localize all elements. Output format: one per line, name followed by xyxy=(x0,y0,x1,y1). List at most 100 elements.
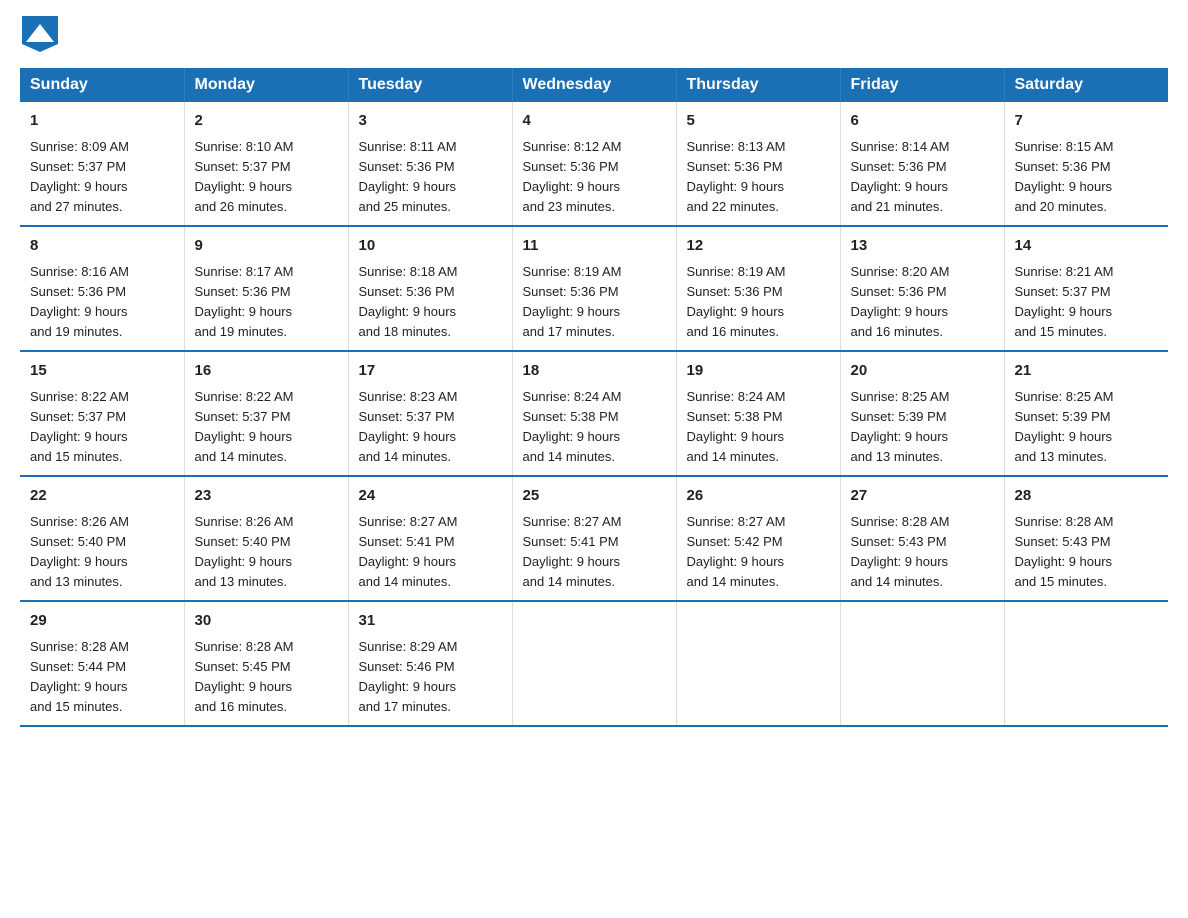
day-number: 16 xyxy=(195,360,338,383)
calendar-cell: 11 Sunrise: 8:19 AMSunset: 5:36 PMDayligh… xyxy=(512,226,676,351)
day-number: 22 xyxy=(30,485,174,508)
calendar-cell: 24Sunrise: 8:27 AMSunset: 5:41 PMDayligh… xyxy=(348,476,512,601)
day-info: Sunrise: 8:27 AMSunset: 5:41 PMDaylight:… xyxy=(359,512,502,593)
calendar-cell: 14 Sunrise: 8:21 AMSunset: 5:37 PMDayligh… xyxy=(1004,226,1168,351)
day-info: Sunrise: 8:24 AMSunset: 5:38 PMDaylight:… xyxy=(523,387,666,468)
header-saturday: Saturday xyxy=(1004,68,1168,102)
day-info: Sunrise: 8:25 AMSunset: 5:39 PMDaylight:… xyxy=(851,387,994,468)
calendar-cell: 26 Sunrise: 8:27 AMSunset: 5:42 PMDayligh… xyxy=(676,476,840,601)
calendar-cell: 29Sunrise: 8:28 AMSunset: 5:44 PMDayligh… xyxy=(20,601,184,726)
calendar-cell: 19Sunrise: 8:24 AMSunset: 5:38 PMDayligh… xyxy=(676,351,840,476)
calendar-cell xyxy=(840,601,1004,726)
day-number: 28 xyxy=(1015,485,1159,508)
day-number: 10 xyxy=(359,235,502,258)
calendar-cell: 22 Sunrise: 8:26 AMSunset: 5:40 PMDayligh… xyxy=(20,476,184,601)
calendar-week-row: 15 Sunrise: 8:22 AMSunset: 5:37 PMDayligh… xyxy=(20,351,1168,476)
calendar-cell: 2 Sunrise: 8:10 AMSunset: 5:37 PMDaylight… xyxy=(184,102,348,226)
calendar-cell: 6 Sunrise: 8:14 AMSunset: 5:36 PMDaylight… xyxy=(840,102,1004,226)
day-number: 12 xyxy=(687,235,830,258)
day-info: Sunrise: 8:26 AMSunset: 5:40 PMDaylight:… xyxy=(30,512,174,593)
day-info: Sunrise: 8:28 AMSunset: 5:43 PMDaylight:… xyxy=(851,512,994,593)
calendar-cell: 15 Sunrise: 8:22 AMSunset: 5:37 PMDayligh… xyxy=(20,351,184,476)
day-info: Sunrise: 8:11 AMSunset: 5:36 PMDaylight:… xyxy=(359,137,502,218)
day-info: Sunrise: 8:25 AMSunset: 5:39 PMDaylight:… xyxy=(1015,387,1159,468)
day-number: 15 xyxy=(30,360,174,383)
day-number: 31 xyxy=(359,610,502,633)
calendar-header-row: SundayMondayTuesdayWednesdayThursdayFrid… xyxy=(20,68,1168,102)
page-header xyxy=(20,20,1168,48)
day-number: 21 xyxy=(1015,360,1159,383)
calendar-cell: 27 Sunrise: 8:28 AMSunset: 5:43 PMDayligh… xyxy=(840,476,1004,601)
calendar-cell: 3 Sunrise: 8:11 AMSunset: 5:36 PMDaylight… xyxy=(348,102,512,226)
day-info: Sunrise: 8:15 AMSunset: 5:36 PMDaylight:… xyxy=(1015,137,1159,218)
calendar-cell: 16 Sunrise: 8:22 AMSunset: 5:37 PMDayligh… xyxy=(184,351,348,476)
day-info: Sunrise: 8:20 AMSunset: 5:36 PMDaylight:… xyxy=(851,262,994,343)
header-tuesday: Tuesday xyxy=(348,68,512,102)
day-info: Sunrise: 8:09 AMSunset: 5:37 PMDaylight:… xyxy=(30,137,174,218)
day-number: 13 xyxy=(851,235,994,258)
day-info: Sunrise: 8:28 AMSunset: 5:43 PMDaylight:… xyxy=(1015,512,1159,593)
day-number: 8 xyxy=(30,235,174,258)
calendar-cell: 17 Sunrise: 8:23 AMSunset: 5:37 PMDayligh… xyxy=(348,351,512,476)
day-number: 25 xyxy=(523,485,666,508)
day-info: Sunrise: 8:22 AMSunset: 5:37 PMDaylight:… xyxy=(30,387,174,468)
calendar-cell: 1Sunrise: 8:09 AMSunset: 5:37 PMDaylight… xyxy=(20,102,184,226)
day-info: Sunrise: 8:29 AMSunset: 5:46 PMDaylight:… xyxy=(359,637,502,718)
day-number: 14 xyxy=(1015,235,1159,258)
day-number: 27 xyxy=(851,485,994,508)
header-friday: Friday xyxy=(840,68,1004,102)
calendar-cell: 20 Sunrise: 8:25 AMSunset: 5:39 PMDayligh… xyxy=(840,351,1004,476)
calendar-table: SundayMondayTuesdayWednesdayThursdayFrid… xyxy=(20,68,1168,727)
calendar-cell: 25Sunrise: 8:27 AMSunset: 5:41 PMDayligh… xyxy=(512,476,676,601)
calendar-cell: 7Sunrise: 8:15 AMSunset: 5:36 PMDaylight… xyxy=(1004,102,1168,226)
day-number: 5 xyxy=(687,110,830,133)
day-info: Sunrise: 8:28 AMSunset: 5:45 PMDaylight:… xyxy=(195,637,338,718)
calendar-week-row: 8 Sunrise: 8:16 AMSunset: 5:36 PMDaylight… xyxy=(20,226,1168,351)
day-info: Sunrise: 8:18 AMSunset: 5:36 PMDaylight:… xyxy=(359,262,502,343)
calendar-week-row: 22 Sunrise: 8:26 AMSunset: 5:40 PMDayligh… xyxy=(20,476,1168,601)
day-number: 26 xyxy=(687,485,830,508)
day-info: Sunrise: 8:24 AMSunset: 5:38 PMDaylight:… xyxy=(687,387,830,468)
day-info: Sunrise: 8:28 AMSunset: 5:44 PMDaylight:… xyxy=(30,637,174,718)
calendar-cell: 4 Sunrise: 8:12 AMSunset: 5:36 PMDaylight… xyxy=(512,102,676,226)
calendar-cell: 18 Sunrise: 8:24 AMSunset: 5:38 PMDayligh… xyxy=(512,351,676,476)
header-wednesday: Wednesday xyxy=(512,68,676,102)
day-info: Sunrise: 8:12 AMSunset: 5:36 PMDaylight:… xyxy=(523,137,666,218)
day-info: Sunrise: 8:23 AMSunset: 5:37 PMDaylight:… xyxy=(359,387,502,468)
logo-icon xyxy=(22,16,58,52)
calendar-cell xyxy=(1004,601,1168,726)
calendar-cell: 30Sunrise: 8:28 AMSunset: 5:45 PMDayligh… xyxy=(184,601,348,726)
day-number: 23 xyxy=(195,485,338,508)
day-info: Sunrise: 8:14 AMSunset: 5:36 PMDaylight:… xyxy=(851,137,994,218)
day-number: 3 xyxy=(359,110,502,133)
day-number: 20 xyxy=(851,360,994,383)
day-info: Sunrise: 8:19 AMSunset: 5:36 PMDaylight:… xyxy=(523,262,666,343)
day-number: 18 xyxy=(523,360,666,383)
calendar-cell xyxy=(676,601,840,726)
calendar-cell: 31 Sunrise: 8:29 AMSunset: 5:46 PMDayligh… xyxy=(348,601,512,726)
header-thursday: Thursday xyxy=(676,68,840,102)
day-info: Sunrise: 8:19 AMSunset: 5:36 PMDaylight:… xyxy=(687,262,830,343)
calendar-cell: 12 Sunrise: 8:19 AMSunset: 5:36 PMDayligh… xyxy=(676,226,840,351)
day-info: Sunrise: 8:22 AMSunset: 5:37 PMDaylight:… xyxy=(195,387,338,468)
day-info: Sunrise: 8:16 AMSunset: 5:36 PMDaylight:… xyxy=(30,262,174,343)
day-info: Sunrise: 8:13 AMSunset: 5:36 PMDaylight:… xyxy=(687,137,830,218)
day-info: Sunrise: 8:26 AMSunset: 5:40 PMDaylight:… xyxy=(195,512,338,593)
day-info: Sunrise: 8:27 AMSunset: 5:42 PMDaylight:… xyxy=(687,512,830,593)
calendar-cell: 5 Sunrise: 8:13 AMSunset: 5:36 PMDaylight… xyxy=(676,102,840,226)
day-number: 4 xyxy=(523,110,666,133)
calendar-cell: 9Sunrise: 8:17 AMSunset: 5:36 PMDaylight… xyxy=(184,226,348,351)
calendar-cell: 28 Sunrise: 8:28 AMSunset: 5:43 PMDayligh… xyxy=(1004,476,1168,601)
header-sunday: Sunday xyxy=(20,68,184,102)
calendar-cell: 21 Sunrise: 8:25 AMSunset: 5:39 PMDayligh… xyxy=(1004,351,1168,476)
calendar-cell xyxy=(512,601,676,726)
day-number: 11 xyxy=(523,235,666,258)
day-number: 6 xyxy=(851,110,994,133)
day-info: Sunrise: 8:21 AMSunset: 5:37 PMDaylight:… xyxy=(1015,262,1159,343)
header-monday: Monday xyxy=(184,68,348,102)
day-number: 2 xyxy=(195,110,338,133)
calendar-cell: 13 Sunrise: 8:20 AMSunset: 5:36 PMDayligh… xyxy=(840,226,1004,351)
day-info: Sunrise: 8:10 AMSunset: 5:37 PMDaylight:… xyxy=(195,137,338,218)
calendar-cell: 23 Sunrise: 8:26 AMSunset: 5:40 PMDayligh… xyxy=(184,476,348,601)
day-number: 17 xyxy=(359,360,502,383)
